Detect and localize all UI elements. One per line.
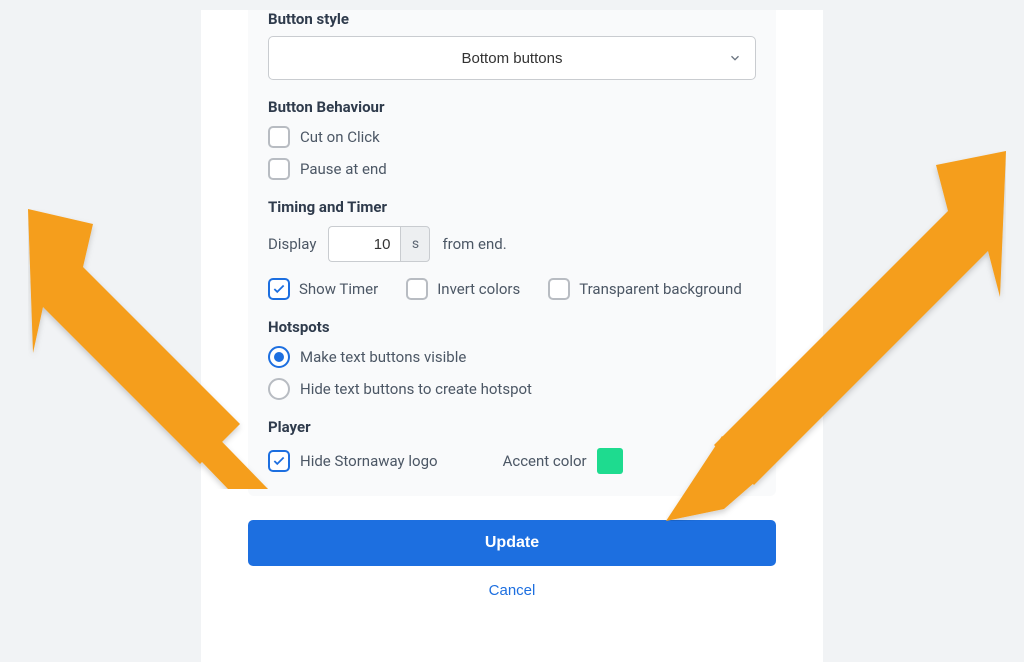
player-label: Player: [268, 418, 756, 436]
button-behaviour-label: Button Behaviour: [268, 98, 756, 116]
hide-logo-checkbox[interactable]: [268, 450, 290, 472]
actions: Update Cancel: [248, 520, 776, 599]
cut-on-click-checkbox[interactable]: [268, 126, 290, 148]
transparent-bg-label: Transparent background: [579, 280, 742, 298]
pause-at-end-label: Pause at end: [300, 160, 387, 178]
hotspots-hide-radio[interactable]: [268, 378, 290, 400]
timing-label: Timing and Timer: [268, 198, 756, 216]
timing-from-end: from end.: [442, 235, 506, 253]
timing-input-group: s: [328, 226, 430, 262]
timing-unit: s: [400, 226, 430, 262]
hotspots-label: Hotspots: [268, 318, 756, 336]
settings-form: Button style Bottom buttons Button Behav…: [248, 10, 776, 496]
transparent-bg-checkbox[interactable]: [548, 278, 570, 300]
cancel-button[interactable]: Cancel: [489, 582, 536, 599]
show-timer-label: Show Timer: [299, 280, 378, 298]
accent-color-swatch[interactable]: [597, 448, 623, 474]
hotspots-visible-radio[interactable]: [268, 346, 290, 368]
timing-value-input[interactable]: [328, 226, 400, 262]
button-style-select-wrap: Bottom buttons: [268, 36, 756, 80]
cut-on-click-label: Cut on Click: [300, 128, 380, 146]
pause-at-end-checkbox[interactable]: [268, 158, 290, 180]
hotspots-hide-label: Hide text buttons to create hotspot: [300, 380, 532, 398]
button-style-select[interactable]: Bottom buttons: [268, 36, 756, 80]
hotspots-visible-label: Make text buttons visible: [300, 348, 466, 366]
invert-colors-checkbox[interactable]: [406, 278, 428, 300]
timing-display-word: Display: [268, 235, 316, 253]
invert-colors-label: Invert colors: [437, 280, 520, 298]
update-button[interactable]: Update: [248, 520, 776, 566]
show-timer-checkbox[interactable]: [268, 278, 290, 300]
hide-logo-label: Hide Stornaway logo: [300, 452, 438, 470]
button-style-label: Button style: [268, 10, 756, 28]
button-style-value: Bottom buttons: [462, 50, 563, 67]
accent-color-label: Accent color: [503, 452, 587, 470]
